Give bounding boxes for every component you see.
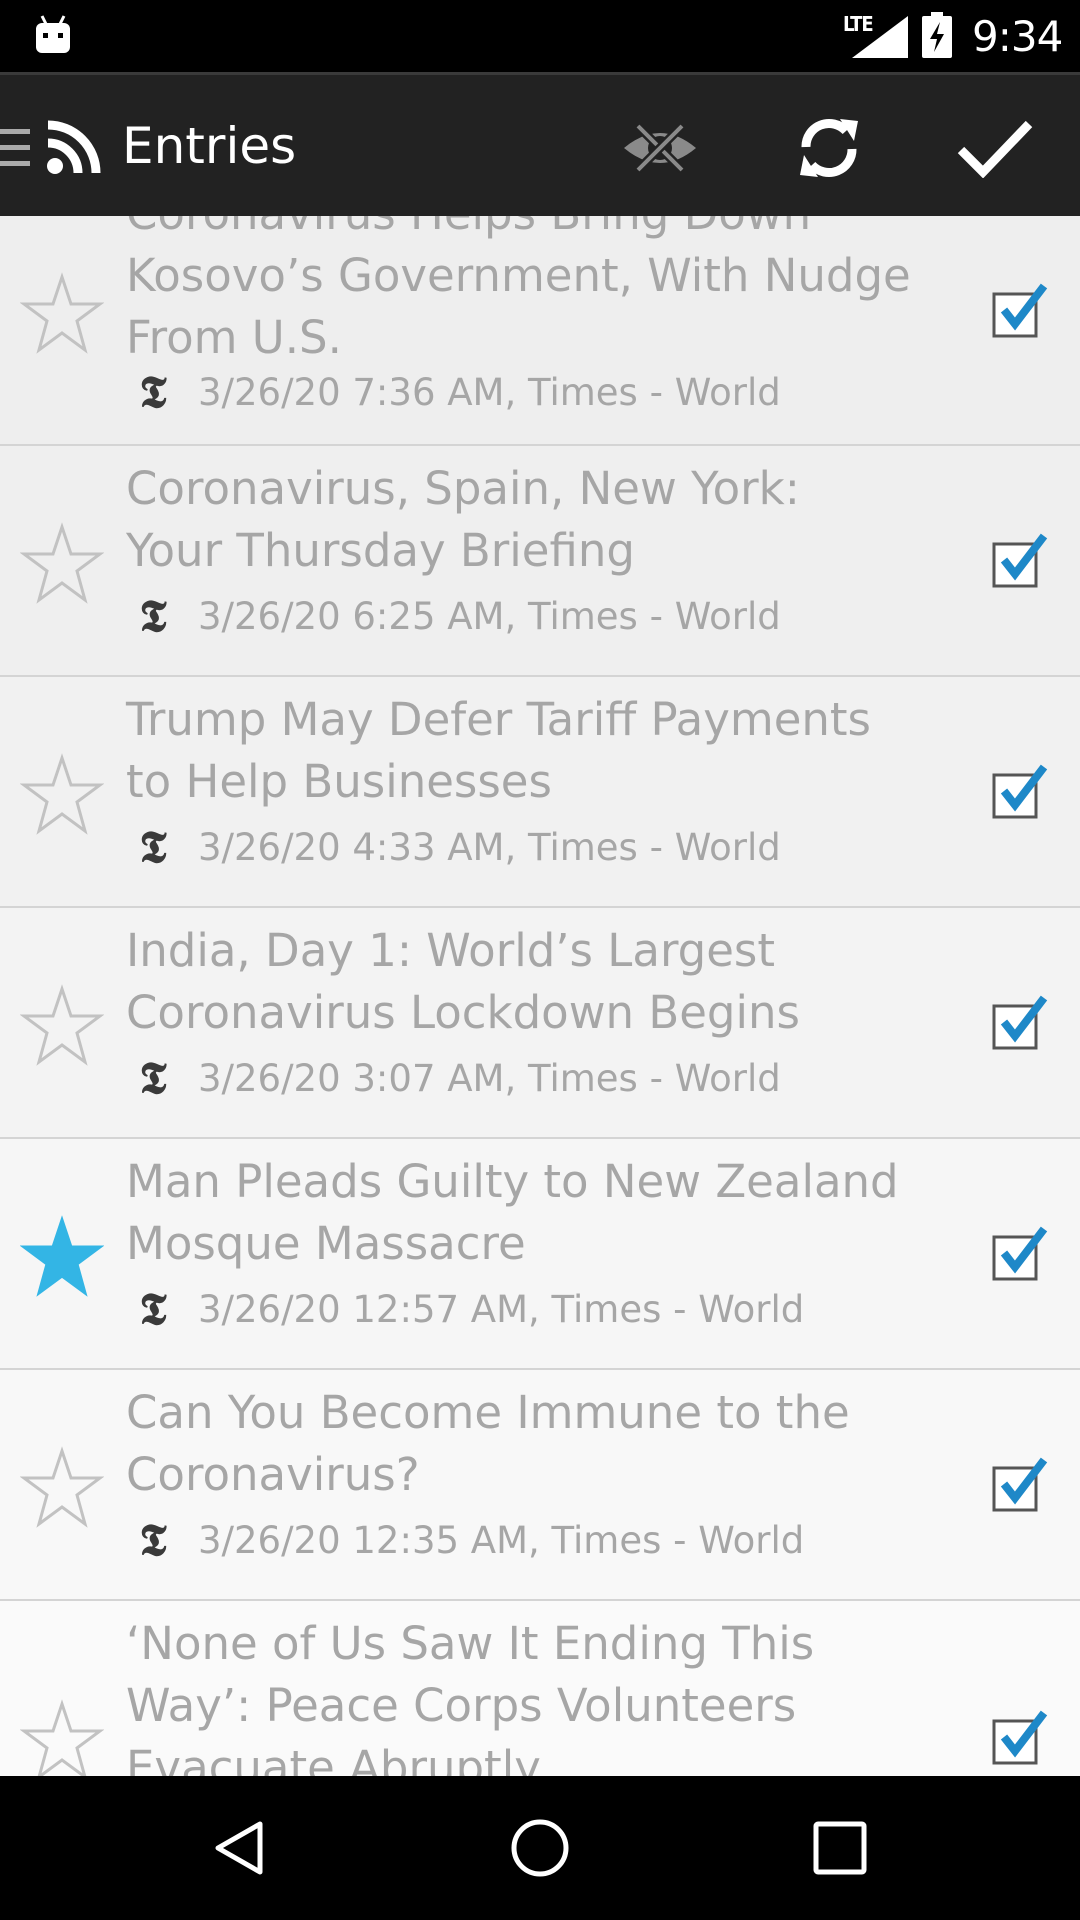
read-checkbox[interactable] (990, 1223, 1050, 1283)
star-outline-icon[interactable] (19, 984, 105, 1068)
star-outline-icon[interactable] (19, 1699, 105, 1776)
list-item[interactable]: Coronavirus Helps Bring Down Kosovo’s Go… (0, 216, 1080, 446)
home-button[interactable] (490, 1800, 590, 1900)
entry-title: Coronavirus Helps Bring Down Kosovo’s Go… (126, 216, 911, 364)
home-icon (509, 1817, 571, 1883)
recents-button[interactable] (790, 1800, 890, 1900)
entry-title: ‘None of Us Saw It Ending This Way’: Pea… (126, 1617, 815, 1776)
hide-read-button[interactable] (615, 105, 705, 195)
list-item[interactable]: India, Day 1: World’s Largest Coronaviru… (0, 908, 1080, 1139)
status-bar: LTE 9:34 (0, 0, 1080, 72)
mark-all-read-button[interactable] (950, 105, 1040, 195)
read-checkbox[interactable] (990, 1454, 1050, 1514)
entry-title: Coronavirus, Spain, New York: Your Thurs… (126, 462, 800, 577)
recents-icon (812, 1820, 868, 1880)
back-button[interactable] (190, 1800, 290, 1900)
source-logo-icon: 𝕿 (139, 1514, 167, 1566)
star-outline-icon[interactable] (19, 753, 105, 837)
entry-meta: 3/26/20 4:33 AM, Times - World (198, 825, 781, 869)
hide-read-icon (620, 118, 700, 182)
list-item[interactable]: Can You Become Immune to the Coronavirus… (0, 1370, 1080, 1601)
source-logo-icon: 𝕿 (139, 821, 167, 873)
list-item[interactable]: Trump May Defer Tariff Payments to Help … (0, 677, 1080, 908)
list-item[interactable]: ‘None of Us Saw It Ending This Way’: Pea… (0, 1601, 1080, 1776)
refresh-button[interactable] (784, 105, 874, 195)
source-logo-icon: 𝕿 (139, 366, 167, 418)
read-checkbox[interactable] (990, 280, 1050, 340)
page-title: Entries (122, 117, 297, 175)
navigation-bar (0, 1776, 1080, 1920)
android-icon (34, 14, 72, 58)
rss-icon[interactable] (46, 119, 102, 179)
star-outline-icon[interactable] (19, 1446, 105, 1530)
read-checkbox[interactable] (990, 1707, 1050, 1767)
source-logo-icon: 𝕿 (139, 1283, 167, 1335)
entry-list[interactable]: Coronavirus Helps Bring Down Kosovo’s Go… (0, 216, 1080, 1776)
star-outline-icon[interactable] (19, 272, 105, 356)
entry-meta: 3/26/20 12:57 AM, Times - World (198, 1287, 805, 1331)
refresh-icon (792, 111, 866, 189)
entry-meta: 3/26/20 6:25 AM, Times - World (198, 594, 781, 638)
entry-meta: 3/26/20 12:35 AM, Times - World (198, 1518, 805, 1562)
entry-title: Man Pleads Guilty to New Zealand Mosque … (126, 1155, 899, 1270)
app-bar: Entries (0, 72, 1080, 216)
drawer-icon[interactable] (0, 125, 32, 175)
list-item[interactable]: Man Pleads Guilty to New Zealand Mosque … (0, 1139, 1080, 1370)
mark-all-read-icon (957, 118, 1033, 182)
entry-title: Can You Become Immune to the Coronavirus… (126, 1386, 850, 1501)
source-logo-icon: 𝕿 (139, 1052, 167, 1104)
star-outline-icon[interactable] (19, 522, 105, 606)
source-logo-icon: 𝕿 (139, 590, 167, 642)
read-checkbox[interactable] (990, 992, 1050, 1052)
read-checkbox[interactable] (990, 761, 1050, 821)
entry-meta: 3/26/20 7:36 AM, Times - World (198, 370, 781, 414)
entry-title: Trump May Defer Tariff Payments to Help … (126, 693, 871, 808)
clock: 9:34 (972, 12, 1063, 61)
battery-charging-icon (922, 12, 952, 62)
list-item[interactable]: Coronavirus, Spain, New York: Your Thurs… (0, 446, 1080, 677)
read-checkbox[interactable] (990, 530, 1050, 590)
entry-meta: 3/26/20 3:07 AM, Times - World (198, 1056, 781, 1100)
back-icon (210, 1818, 270, 1882)
star-filled-icon[interactable] (19, 1215, 105, 1299)
signal-icon (852, 16, 908, 62)
entry-title: India, Day 1: World’s Largest Coronaviru… (126, 924, 800, 1039)
